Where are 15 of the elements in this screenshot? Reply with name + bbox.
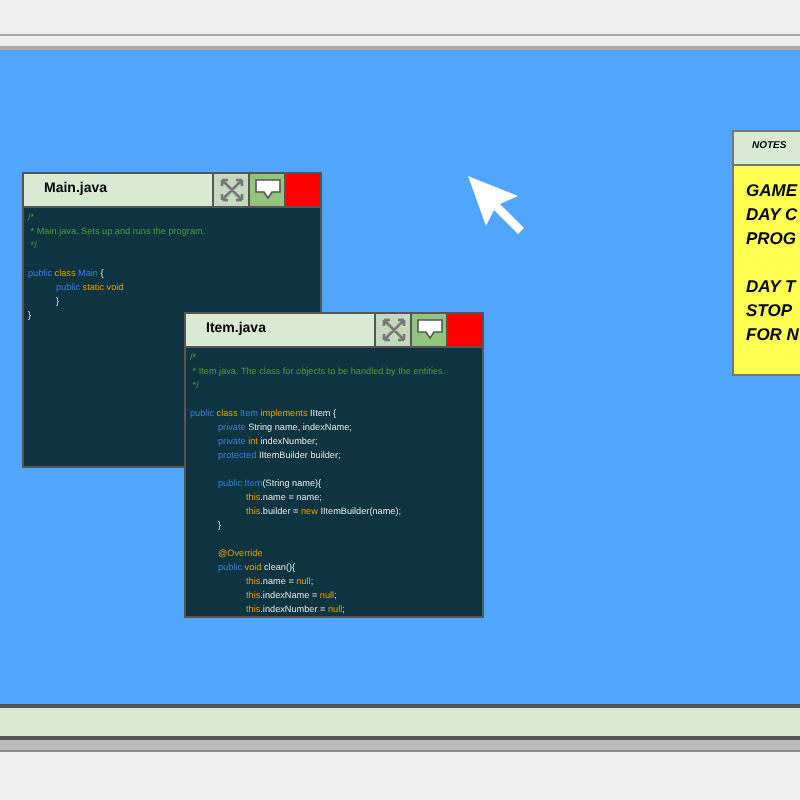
speech-bubble-icon <box>253 178 281 202</box>
maximize-button[interactable] <box>212 174 248 206</box>
comment-button[interactable] <box>410 314 446 346</box>
note-text: DAY C <box>746 202 800 226</box>
four-arrows-icon <box>379 316 407 344</box>
note-text: DAY T <box>746 274 799 298</box>
maximize-button[interactable] <box>374 314 410 346</box>
speech-bubble-icon <box>415 318 443 342</box>
note-text: PROG <box>746 226 799 250</box>
four-arrows-icon <box>217 176 245 204</box>
cursor-icon <box>466 174 530 238</box>
comment-button[interactable] <box>248 174 284 206</box>
note-text: GAME <box>746 178 800 202</box>
note-text: STOP <box>746 298 794 322</box>
note-text: FOR N <box>746 322 800 346</box>
